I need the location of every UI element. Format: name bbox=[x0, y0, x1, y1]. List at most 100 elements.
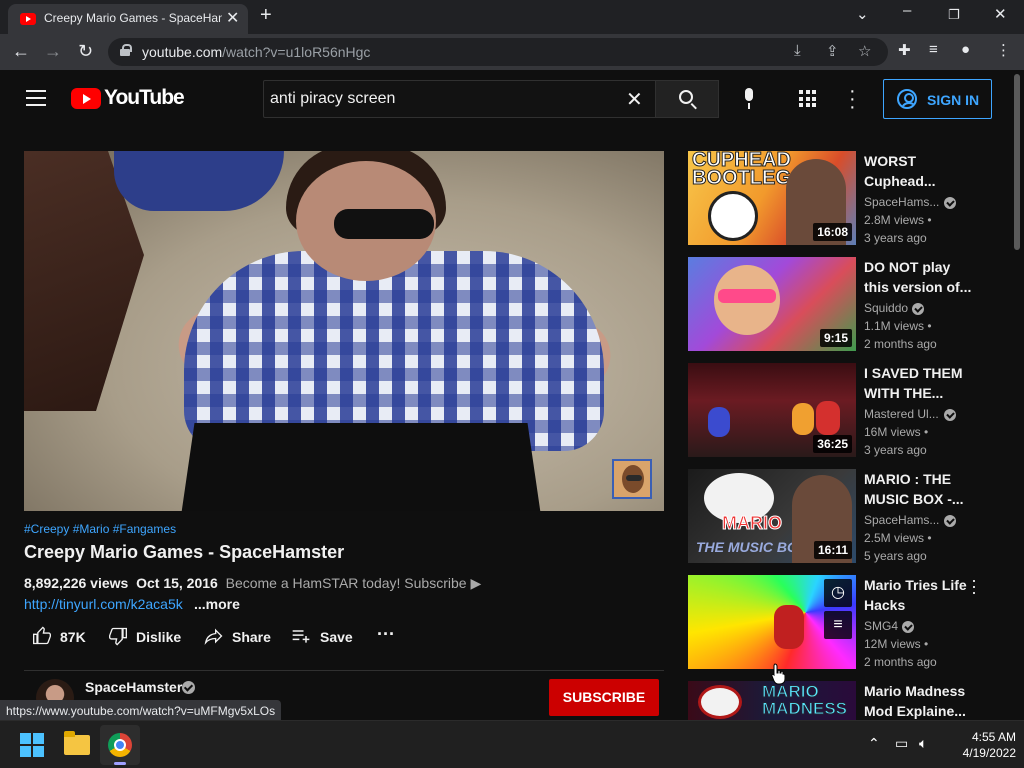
install-app-icon[interactable]: ⤓ bbox=[794, 42, 801, 59]
address-toolbar: ← → ↻ youtube.com/watch?v=u1loR56nHgc ⤓ … bbox=[0, 34, 1024, 70]
thumbnail-sprite bbox=[708, 407, 730, 437]
volume-icon[interactable]: 🔈︎ bbox=[919, 735, 927, 752]
youtube-logo-text[interactable]: YouTube bbox=[104, 86, 185, 110]
minimize-icon[interactable]: – bbox=[903, 2, 911, 19]
recommendation-item[interactable]: 36:25 I SAVED THEM WITH THE... Mastered … bbox=[688, 363, 1008, 459]
tab-search-chevron-icon[interactable]: ⌄ bbox=[856, 5, 869, 23]
video-duration: 16:11 bbox=[813, 541, 852, 559]
tab-close-icon[interactable]: ✕ bbox=[226, 8, 239, 28]
media-queue-icon[interactable]: ≡ bbox=[929, 41, 938, 58]
recommendation-age: 3 years ago bbox=[864, 443, 927, 457]
verified-check-icon bbox=[902, 621, 914, 633]
video-thumbnail[interactable]: 36:25 bbox=[688, 363, 856, 457]
clock-date: 4/19/2022 bbox=[962, 746, 1016, 760]
verified-check-icon bbox=[912, 303, 924, 315]
like-button[interactable]: 87K bbox=[32, 626, 92, 648]
channel-name[interactable]: SpaceHamster bbox=[85, 679, 182, 695]
recommendation-age: 5 years ago bbox=[864, 549, 927, 563]
video-thumbnail[interactable]: MARIO THE MUSIC BOX 16:11 bbox=[688, 469, 856, 563]
video-person-glasses bbox=[334, 209, 434, 239]
voice-search-mic-icon[interactable] bbox=[739, 88, 759, 112]
chrome-taskbar-button[interactable] bbox=[100, 725, 140, 765]
forward-arrow-icon[interactable]: → bbox=[44, 41, 62, 62]
thumbnail-caption: THE MUSIC BOX bbox=[696, 539, 808, 555]
windows-taskbar: ⌃ ▭ 🔈︎ 4:55 AM 4/19/2022 bbox=[0, 720, 1024, 768]
thumbnail-mario-figure bbox=[774, 605, 804, 649]
recommendation-item[interactable]: MARIO MADNESS Mario Madness Mod Explaine… bbox=[688, 681, 1008, 720]
recommendation-title[interactable]: MARIO : THE MUSIC BOX -... bbox=[864, 469, 974, 509]
subscribe-button[interactable]: SUBSCRIBE bbox=[549, 679, 659, 716]
sign-in-button[interactable]: SIGN IN bbox=[883, 79, 992, 119]
system-clock[interactable]: 4:55 AM 4/19/2022 bbox=[944, 729, 1016, 761]
hashtags[interactable]: #Creepy #Mario #Fangames bbox=[24, 522, 176, 536]
browser-tab[interactable]: Creepy Mario Games - SpaceHamster ✕ bbox=[8, 4, 248, 34]
url-text[interactable]: youtube.com/watch?v=u1loR56nHgc bbox=[142, 44, 370, 60]
settings-dots-icon[interactable]: · · · bbox=[849, 81, 856, 117]
lock-icon[interactable] bbox=[120, 44, 132, 56]
url-host: youtube.com bbox=[142, 44, 223, 60]
clear-search-icon[interactable]: ✕ bbox=[626, 87, 643, 112]
watch-later-clock-icon[interactable]: ◷ bbox=[824, 579, 852, 607]
windows-start-icon[interactable] bbox=[20, 733, 44, 757]
search-input[interactable]: anti piracy screen ✕ bbox=[263, 80, 656, 118]
search-button[interactable] bbox=[655, 80, 719, 118]
video-thumbnail[interactable]: ◷ ≡ bbox=[688, 575, 856, 669]
recommendation-menu-icon[interactable]: · · · bbox=[971, 571, 977, 601]
recommendation-item[interactable]: CUPHEAD BOOTLEGS! 16:08 WORST Cuphead...… bbox=[688, 151, 1008, 247]
bookmark-star-icon[interactable]: ☆ bbox=[858, 42, 871, 60]
thumbnail-mx-face bbox=[698, 685, 742, 719]
restore-icon[interactable]: ❐ bbox=[948, 7, 960, 23]
video-thumbnail[interactable]: MARIO MADNESS bbox=[688, 681, 856, 720]
share-page-icon[interactable]: ⇪ bbox=[826, 42, 839, 60]
recommendation-age: 2 months ago bbox=[864, 655, 937, 669]
extensions-puzzle-icon[interactable]: ✚ bbox=[898, 41, 911, 59]
clock-time: 4:55 AM bbox=[971, 730, 1016, 744]
recommendation-title[interactable]: DO NOT play this version of... bbox=[864, 257, 974, 297]
browser-tab-bar: Creepy Mario Games - SpaceHamster ✕ + ⌄ … bbox=[0, 0, 1024, 34]
omnibox[interactable]: youtube.com/watch?v=u1loR56nHgc ⤓ ⇪ ☆ bbox=[108, 38, 888, 66]
like-count: 87K bbox=[60, 629, 86, 645]
chrome-menu-icon[interactable]: ⋮ bbox=[996, 41, 1011, 59]
youtube-logo-icon[interactable] bbox=[71, 88, 101, 109]
page-scrollbar[interactable] bbox=[1010, 70, 1024, 718]
video-thumbnail[interactable]: 9:15 bbox=[688, 257, 856, 351]
save-button[interactable]: Save bbox=[291, 626, 355, 648]
recommendation-title[interactable]: WORST Cuphead... bbox=[864, 151, 974, 191]
window-close-icon[interactable]: ✕ bbox=[994, 5, 1007, 23]
share-button[interactable]: Share bbox=[204, 626, 274, 648]
hamburger-menu-icon[interactable] bbox=[26, 90, 46, 106]
channel-watermark-icon[interactable] bbox=[612, 459, 652, 499]
tray-chevron-up-icon[interactable]: ⌃ bbox=[868, 735, 880, 752]
recommendation-title[interactable]: Mario Madness Mod Explaine... bbox=[864, 681, 974, 720]
description-link[interactable]: http://tinyurl.com/k2aca5k bbox=[24, 596, 189, 612]
video-thumbnail[interactable]: CUPHEAD BOOTLEGS! 16:08 bbox=[688, 151, 856, 245]
apps-grid-icon[interactable] bbox=[799, 90, 816, 107]
video-duration: 9:15 bbox=[819, 329, 852, 347]
network-icon[interactable]: ▭ bbox=[895, 735, 908, 752]
sign-in-label: SIGN IN bbox=[927, 92, 980, 108]
dislike-label: Dislike bbox=[136, 629, 182, 645]
recommendation-title[interactable]: Mario Tries Life Hacks bbox=[864, 575, 974, 615]
recommendation-item[interactable]: ◷ ≡ Mario Tries Life Hacks · · · SMG4 12M … bbox=[688, 571, 1008, 671]
recommendation-age: 2 months ago bbox=[864, 337, 937, 351]
profile-icon[interactable]: ● bbox=[961, 41, 970, 58]
file-explorer-icon[interactable] bbox=[64, 731, 90, 755]
more-actions-icon[interactable]: ··· bbox=[377, 624, 399, 646]
recommendation-views: 2.8M views • bbox=[864, 213, 932, 227]
video-player[interactable] bbox=[24, 151, 664, 511]
scrollbar-thumb[interactable] bbox=[1014, 74, 1020, 250]
new-tab-icon[interactable]: + bbox=[260, 4, 272, 27]
search-query[interactable]: anti piracy screen bbox=[270, 90, 395, 108]
recommendation-views: 1.1M views • bbox=[864, 319, 932, 333]
back-arrow-icon[interactable]: ← bbox=[12, 41, 30, 62]
youtube-favicon-icon bbox=[20, 13, 36, 25]
recommendation-item[interactable]: 9:15 DO NOT play this version of... Squi… bbox=[688, 257, 1008, 353]
recommendation-title[interactable]: I SAVED THEM WITH THE... bbox=[864, 363, 974, 403]
dislike-button[interactable]: Dislike bbox=[108, 626, 188, 648]
recommendation-views: 12M views • bbox=[864, 637, 929, 651]
add-to-queue-icon[interactable]: ≡ bbox=[824, 611, 852, 639]
reload-icon[interactable]: ↻ bbox=[78, 41, 93, 62]
recommendation-item[interactable]: MARIO THE MUSIC BOX 16:11 MARIO : THE MU… bbox=[688, 469, 1008, 565]
show-more-button[interactable]: ...more bbox=[194, 596, 240, 612]
video-person-shirt bbox=[184, 251, 604, 451]
